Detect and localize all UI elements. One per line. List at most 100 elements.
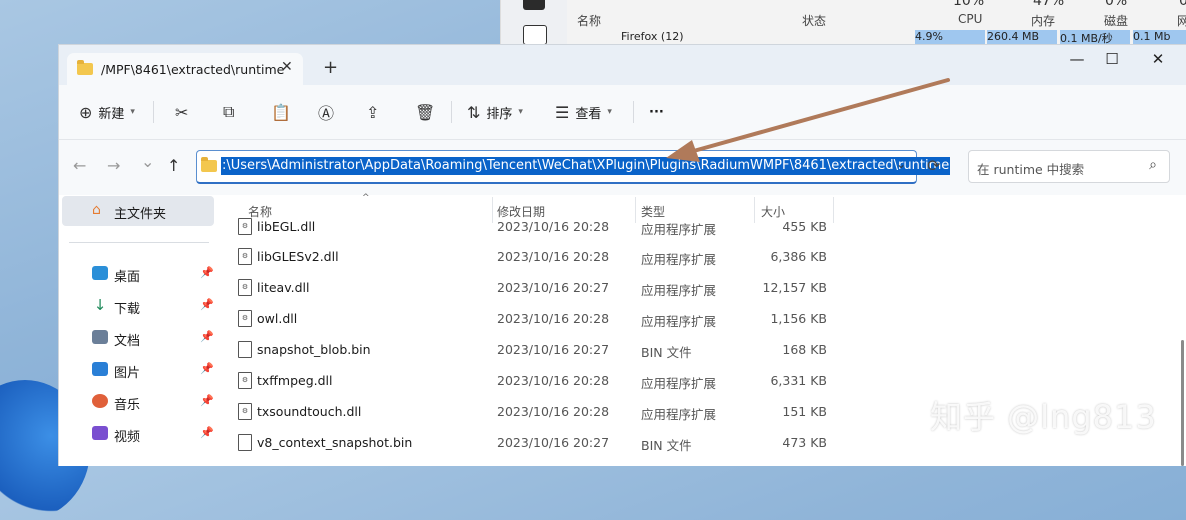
- sidebar-item-home[interactable]: ⌂ 主文件夹: [62, 196, 214, 226]
- file-row[interactable]: ⚙ liteav.dll 2023/10/16 20:27 应用程序扩展 12,…: [218, 273, 1018, 303]
- sidebar-item-label: 音乐: [114, 398, 141, 413]
- file-type: BIN 文件: [641, 345, 692, 360]
- search-input[interactable]: 在 runtime 中搜索 ⌕: [968, 150, 1170, 183]
- bin-file-icon: [238, 434, 252, 451]
- close-window-button[interactable]: ✕: [1143, 50, 1173, 68]
- navigation-pane: ⌂ 主文件夹 桌面 📌 ↓ 下载 📌 文档 📌 图片 📌 音乐 📌 视频 📌: [59, 195, 217, 466]
- view-label: 查看: [575, 106, 602, 122]
- file-row[interactable]: ⚙ libGLESv2.dll 2023/10/16 20:28 应用程序扩展 …: [218, 242, 1018, 272]
- pin-icon[interactable]: 📌: [200, 394, 214, 407]
- sidebar-item-pictures[interactable]: 图片 📌: [59, 356, 217, 384]
- copy-icon: ⧉: [223, 102, 235, 121]
- tab-close-icon[interactable]: ✕: [281, 59, 293, 75]
- dll-file-icon: ⚙: [238, 218, 252, 235]
- refresh-button[interactable]: ⟳: [927, 156, 940, 175]
- file-type: 应用程序扩展: [641, 222, 717, 237]
- file-name: libGLESv2.dll: [257, 249, 339, 264]
- process-row[interactable]: Firefox (12) 4.9% 260.4 MB 0.1 MB/秒 0.1 …: [567, 30, 1186, 45]
- vertical-scrollbar[interactable]: [1181, 340, 1184, 466]
- pin-icon[interactable]: 📌: [200, 298, 214, 311]
- file-row[interactable]: ⚙ txffmpeg.dll 2023/10/16 20:28 应用程序扩展 6…: [218, 366, 1018, 396]
- rename-button[interactable]: Ⓐ: [318, 101, 334, 123]
- file-row[interactable]: v8_context_snapshot.bin 2023/10/16 20:27…: [218, 428, 1018, 458]
- cpu-label[interactable]: CPU: [958, 12, 982, 26]
- file-date: 2023/10/16 20:27: [497, 280, 610, 295]
- plus-circle-icon: ⊕: [79, 102, 93, 122]
- file-row[interactable]: ⚙ txsoundtouch.dll 2023/10/16 20:28 应用程序…: [218, 397, 1018, 427]
- disk-percent: 0%: [1105, 0, 1128, 9]
- delete-button[interactable]: 🗑: [415, 101, 435, 123]
- pin-icon[interactable]: 📌: [200, 426, 214, 439]
- paste-button[interactable]: 📋: [271, 101, 291, 123]
- file-row[interactable]: ⚙ owl.dll 2023/10/16 20:28 应用程序扩展 1,156 …: [218, 304, 1018, 334]
- toolbar-divider: [451, 101, 452, 123]
- sidebar-item-desktop[interactable]: 桌面 📌: [59, 260, 217, 288]
- sort-ascending-icon: ^: [362, 193, 370, 203]
- forward-button[interactable]: →: [107, 156, 120, 175]
- pictures-icon: [92, 362, 108, 376]
- network-label[interactable]: 网: [1177, 12, 1186, 29]
- recent-locations-button[interactable]: ⌄: [141, 152, 154, 171]
- memory-percent: 47%: [1033, 0, 1065, 9]
- address-path-text[interactable]: :\Users\Administrator\AppData\Roaming\Te…: [221, 157, 951, 175]
- file-row[interactable]: ⚙ libEGL.dll 2023/10/16 20:28 应用程序扩展 455…: [218, 212, 1018, 242]
- file-name: libEGL.dll: [257, 219, 316, 234]
- share-button[interactable]: ⇪: [366, 101, 379, 123]
- file-name: v8_context_snapshot.bin: [257, 435, 413, 450]
- process-disk: 0.1 MB/秒: [1060, 30, 1130, 45]
- file-date: 2023/10/16 20:27: [497, 435, 610, 450]
- sidebar-item-music[interactable]: 音乐 📌: [59, 388, 217, 416]
- view-list-icon: ☰: [555, 102, 570, 122]
- back-button[interactable]: ←: [73, 156, 86, 175]
- file-type: 应用程序扩展: [641, 407, 717, 422]
- file-size: 6,386 KB: [770, 249, 827, 264]
- processes-icon[interactable]: [523, 0, 545, 10]
- pin-icon[interactable]: 📌: [200, 266, 214, 279]
- more-options-button[interactable]: ···: [649, 101, 664, 123]
- memory-label[interactable]: 内存: [1031, 12, 1055, 29]
- sidebar-item-downloads[interactable]: ↓ 下载 📌: [59, 292, 217, 320]
- explorer-tab[interactable]: /MPF\8461\extracted\runtime ✕: [67, 53, 303, 87]
- file-size: 151 KB: [782, 404, 827, 419]
- watermark: 知乎 @lng813: [930, 398, 1157, 436]
- view-button[interactable]: ☰ 查看 ▾: [555, 101, 612, 123]
- pin-icon[interactable]: 📌: [200, 330, 214, 343]
- documents-icon: [92, 330, 108, 344]
- cut-button[interactable]: ✂: [175, 101, 188, 123]
- pin-icon[interactable]: 📌: [200, 362, 214, 375]
- chevron-down-icon[interactable]: ⌄: [896, 157, 906, 171]
- maximize-button[interactable]: ☐: [1097, 50, 1127, 68]
- address-bar[interactable]: :\Users\Administrator\AppData\Roaming\Te…: [196, 150, 951, 184]
- file-name: txsoundtouch.dll: [257, 404, 362, 419]
- file-date: 2023/10/16 20:28: [497, 249, 610, 264]
- file-name: owl.dll: [257, 311, 298, 326]
- file-type: 应用程序扩展: [641, 376, 717, 391]
- col-status-header[interactable]: 状态: [802, 12, 826, 29]
- file-name: txffmpeg.dll: [257, 373, 333, 388]
- performance-icon[interactable]: [523, 25, 547, 45]
- tab-title: /MPF\8461\extracted\runtime: [101, 62, 285, 77]
- process-network: 0.1 Mb: [1133, 30, 1186, 45]
- file-type: 应用程序扩展: [641, 252, 717, 267]
- dll-file-icon: ⚙: [238, 279, 252, 296]
- disk-label[interactable]: 磁盘: [1104, 12, 1128, 29]
- download-icon: ↓: [93, 296, 107, 314]
- file-date: 2023/10/16 20:28: [497, 219, 610, 234]
- minimize-button[interactable]: —: [1062, 50, 1092, 68]
- file-type: 应用程序扩展: [641, 283, 717, 298]
- up-button[interactable]: ↑: [167, 156, 180, 175]
- new-button[interactable]: ⊕ 新建 ▾: [79, 101, 135, 123]
- desktop-icon: [92, 266, 108, 280]
- file-row[interactable]: snapshot_blob.bin 2023/10/16 20:27 BIN 文…: [218, 335, 1018, 365]
- copy-button[interactable]: ⧉: [223, 101, 234, 123]
- new-tab-button[interactable]: +: [323, 57, 338, 78]
- navigation-bar: ← → ⌄ ↑ :\Users\Administrator\AppData\Ro…: [59, 140, 1186, 195]
- file-date: 2023/10/16 20:27: [497, 342, 610, 357]
- file-name: snapshot_blob.bin: [257, 342, 371, 357]
- sidebar-item-videos[interactable]: 视频 📌: [59, 420, 217, 448]
- file-date: 2023/10/16 20:28: [497, 311, 610, 326]
- sidebar-item-documents[interactable]: 文档 📌: [59, 324, 217, 352]
- file-type: BIN 文件: [641, 438, 692, 453]
- col-name-header[interactable]: 名称: [577, 12, 601, 29]
- sort-button[interactable]: ⇅ 排序 ▾: [467, 101, 523, 123]
